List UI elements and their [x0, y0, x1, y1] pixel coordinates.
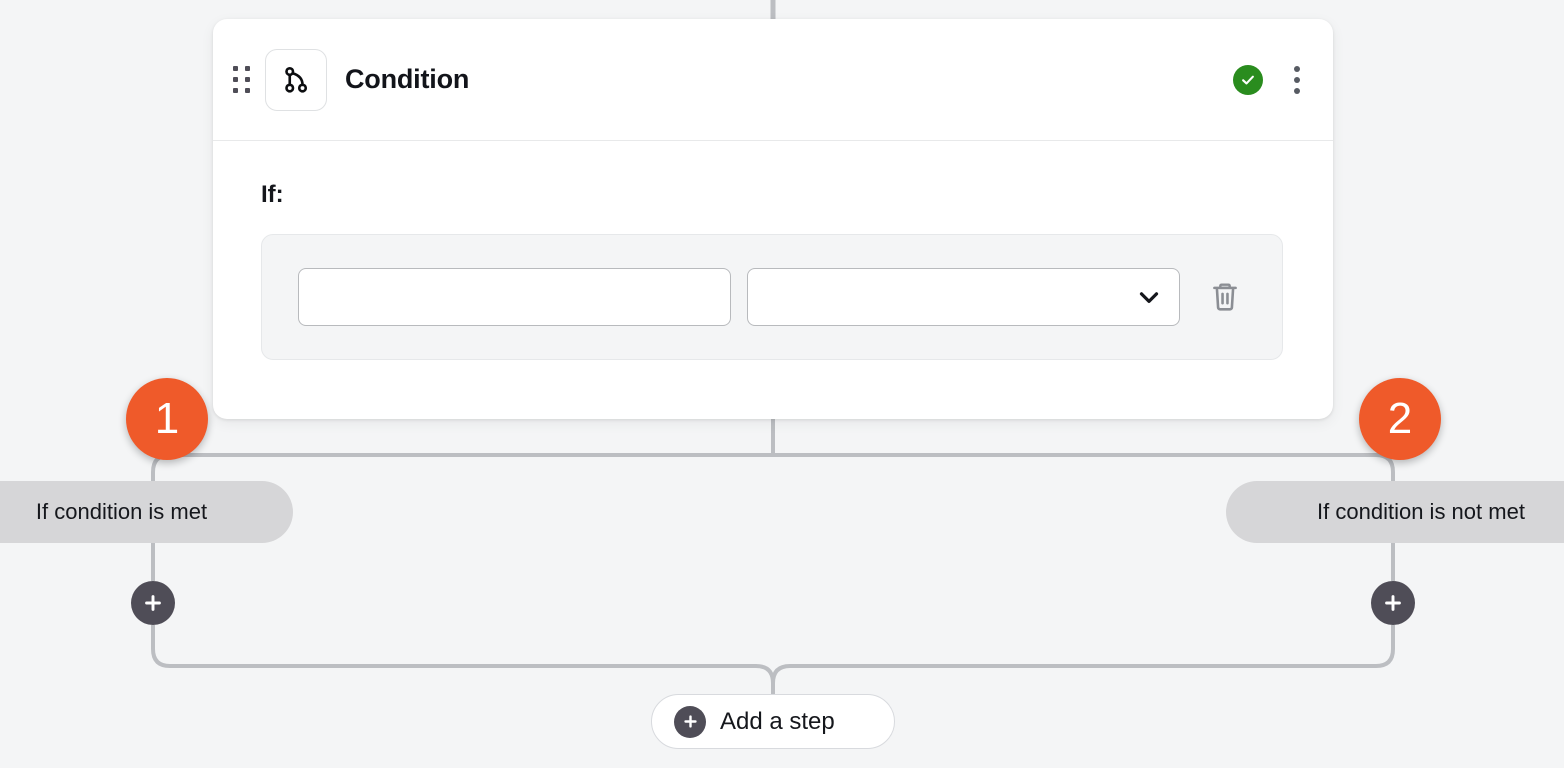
plus-circle-icon — [674, 705, 706, 738]
condition-row — [261, 234, 1283, 360]
status-badge — [1233, 64, 1263, 95]
page-title: Condition — [345, 64, 470, 94]
drag-handle-icon[interactable] — [231, 63, 253, 97]
drag-dot — [245, 76, 250, 82]
card-header: Condition — [213, 19, 1333, 141]
plus-icon — [1385, 595, 1401, 611]
kebab-dot — [1294, 87, 1300, 94]
branch-badge-1: 1 — [126, 378, 208, 460]
plus-icon — [145, 595, 161, 611]
git-branch-icon — [285, 66, 308, 93]
kebab-menu-icon[interactable] — [1285, 65, 1309, 95]
branch-badge-2: 2 — [1359, 378, 1441, 460]
kebab-dot — [1294, 76, 1300, 83]
node-icon-container — [265, 48, 327, 111]
card-header-actions — [1233, 64, 1309, 95]
kebab-dot — [1294, 65, 1300, 72]
add-a-step-button[interactable]: Add a step — [651, 694, 895, 749]
drag-dot — [245, 87, 250, 93]
condition-operator-select[interactable] — [746, 268, 1180, 326]
check-circle-icon — [1242, 75, 1254, 84]
drag-dot — [233, 87, 238, 93]
branch-label-condition-met: If condition is met — [0, 481, 293, 543]
if-label: If: — [261, 181, 284, 208]
condition-left-input[interactable] — [298, 268, 731, 326]
branch-label-condition-not-met: If condition is not met — [1226, 481, 1564, 543]
drag-dot — [233, 76, 238, 82]
drag-dot — [245, 65, 250, 71]
plus-icon — [683, 715, 697, 728]
trash-icon — [1213, 283, 1237, 311]
add-step-branch-2-button[interactable] — [1371, 581, 1415, 625]
delete-condition-button[interactable] — [1204, 275, 1246, 319]
workflow-canvas: Condition If: 1 2 If condition is met If… — [0, 0, 1564, 768]
add-step-branch-1-button[interactable] — [131, 581, 175, 625]
condition-node-card[interactable]: Condition If: — [213, 19, 1333, 419]
condition-operator-select-wrapper — [746, 268, 1180, 326]
drag-dot — [233, 65, 238, 71]
card-body: If: — [213, 141, 1333, 360]
add-a-step-label: Add a step — [720, 707, 835, 735]
